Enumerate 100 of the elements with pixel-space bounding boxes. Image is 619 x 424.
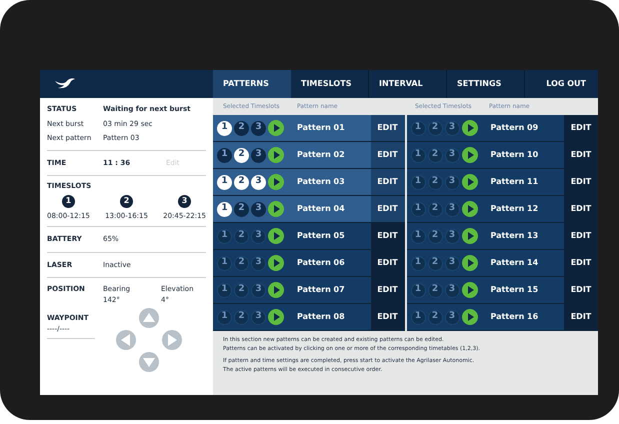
play-button[interactable]: [268, 174, 284, 190]
edit-button[interactable]: EDIT: [564, 250, 598, 276]
edit-button[interactable]: EDIT: [564, 142, 598, 168]
timeslot-number: 3: [178, 194, 192, 208]
play-button[interactable]: [462, 228, 478, 244]
timeslot-toggle[interactable]: 2: [428, 120, 442, 136]
edit-button[interactable]: EDIT: [370, 250, 404, 276]
play-button[interactable]: [268, 309, 284, 325]
edit-button[interactable]: EDIT: [370, 196, 404, 222]
pattern-name: Pattern 05: [296, 230, 346, 242]
timeslot-toggle[interactable]: 1: [410, 120, 426, 136]
play-button[interactable]: [462, 174, 478, 190]
timeslot-toggle[interactable]: 1: [410, 174, 426, 190]
play-button[interactable]: [268, 282, 284, 298]
play-button[interactable]: [268, 255, 284, 271]
timeslot-toggle[interactable]: 3: [251, 148, 266, 162]
edit-button[interactable]: EDIT: [564, 277, 598, 303]
timeslot-toggle[interactable]: 2: [234, 256, 249, 270]
play-button[interactable]: [268, 228, 284, 244]
timeslot-toggle[interactable]: 1: [410, 148, 426, 162]
timeslot-toggle[interactable]: 2: [428, 228, 442, 244]
timeslot-toggle[interactable]: 2: [234, 120, 249, 136]
timeslot-toggle[interactable]: 3: [444, 228, 460, 244]
timeslot-toggle[interactable]: 1: [410, 310, 426, 324]
edit-button[interactable]: EDIT: [564, 115, 598, 141]
pattern-name: Pattern 14: [490, 257, 540, 269]
timeslot-toggle[interactable]: 2: [428, 148, 442, 162]
timeslot-toggle[interactable]: 2: [234, 228, 249, 244]
timeslot-toggle[interactable]: 3: [251, 256, 266, 270]
edit-button[interactable]: EDIT: [370, 304, 404, 330]
play-button[interactable]: [462, 201, 478, 217]
pattern-name: Pattern 09: [490, 122, 540, 134]
pattern-name: Pattern 15: [490, 284, 540, 296]
pattern-name: Pattern 16: [490, 311, 540, 323]
timeslot-toggle[interactable]: 1: [217, 174, 232, 190]
edit-button[interactable]: EDIT: [564, 196, 598, 222]
pattern-name: Pattern 11: [490, 176, 540, 188]
timeslot-toggle[interactable]: 1: [410, 282, 426, 298]
timeslot-toggle[interactable]: 1: [217, 228, 232, 244]
timeslot-toggle[interactable]: 1: [410, 256, 426, 270]
timeslot-toggle[interactable]: 3: [444, 148, 460, 162]
timeslot-toggle[interactable]: 3: [251, 282, 266, 298]
play-button[interactable]: [462, 255, 478, 271]
play-button[interactable]: [462, 120, 478, 136]
timeslot-toggle[interactable]: 1: [217, 310, 232, 324]
timeslot-toggle[interactable]: 3: [444, 256, 460, 270]
edit-button[interactable]: EDIT: [370, 169, 404, 195]
timeslot-number: 2: [120, 194, 133, 208]
timeslot-toggle[interactable]: 3: [444, 282, 460, 298]
timeslot-toggle[interactable]: 3: [251, 228, 266, 244]
pattern-name: Pattern 04: [296, 203, 346, 215]
play-button[interactable]: [462, 309, 478, 325]
timeslot-toggle[interactable]: 1: [410, 202, 426, 216]
timeslot-toggle[interactable]: 3: [251, 174, 266, 190]
pattern-name: Pattern 08: [296, 311, 346, 323]
logout-button[interactable]: LOG OUT: [546, 78, 598, 90]
timeslot-toggle[interactable]: 2: [234, 202, 249, 216]
timeslot-toggle[interactable]: 1: [217, 256, 232, 270]
timeslot-toggle[interactable]: 1: [410, 228, 426, 244]
timeslot-toggle[interactable]: 1: [217, 282, 232, 298]
timeslot-toggle[interactable]: 2: [428, 282, 442, 298]
play-button[interactable]: [462, 147, 478, 163]
pattern-name: Pattern 10: [490, 149, 540, 161]
timeslot-toggle[interactable]: 3: [251, 202, 266, 216]
edit-button[interactable]: EDIT: [370, 142, 404, 168]
play-button[interactable]: [268, 147, 284, 163]
pattern-name: Pattern 13: [490, 230, 540, 242]
timeslot-toggle[interactable]: 2: [234, 148, 249, 162]
pattern-name: Pattern 06: [296, 257, 346, 269]
timeslot-toggle[interactable]: 3: [444, 120, 460, 136]
timeslot-toggle[interactable]: 1: [217, 148, 232, 162]
timeslot-toggle[interactable]: 2: [428, 202, 442, 216]
timeslot-toggle[interactable]: 3: [444, 310, 460, 324]
timeslot-toggle[interactable]: 3: [444, 174, 460, 190]
timeslot-number: 1: [62, 194, 75, 208]
edit-button[interactable]: EDIT: [564, 169, 598, 195]
timeslot-toggle[interactable]: 2: [428, 256, 442, 270]
edit-button[interactable]: EDIT: [564, 304, 598, 330]
play-button[interactable]: [462, 282, 478, 298]
timeslot-toggle[interactable]: 1: [217, 120, 232, 136]
play-button[interactable]: [268, 201, 284, 217]
timeslot-toggle[interactable]: 1: [217, 202, 232, 216]
edit-button[interactable]: EDIT: [370, 223, 404, 249]
timeslot-toggle[interactable]: 3: [444, 202, 460, 216]
pattern-name: Pattern 12: [490, 203, 540, 215]
pattern-name: Pattern 07: [296, 284, 346, 296]
play-button[interactable]: [268, 120, 284, 136]
timeslot-toggle[interactable]: 3: [251, 120, 266, 136]
nav-tab[interactable]: PATTERNS: [213, 70, 291, 98]
timeslot-toggle[interactable]: 2: [234, 310, 249, 324]
edit-button[interactable]: EDIT: [370, 277, 404, 303]
timeslot-toggle[interactable]: 2: [234, 174, 249, 190]
pattern-name: Pattern 02: [296, 149, 346, 161]
timeslot-toggle[interactable]: 2: [428, 174, 442, 190]
edit-button[interactable]: EDIT: [564, 223, 598, 249]
timeslot-toggle[interactable]: 2: [428, 310, 442, 324]
pattern-name: Pattern 01: [296, 122, 346, 134]
timeslot-toggle[interactable]: 2: [234, 282, 249, 298]
edit-button[interactable]: EDIT: [370, 115, 404, 141]
timeslot-toggle[interactable]: 3: [251, 310, 266, 324]
